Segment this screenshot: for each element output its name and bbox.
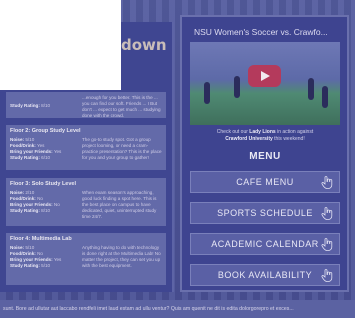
floor-card: Study Rating: 8/10 ...enough for you bet…	[6, 92, 166, 118]
video-caption: Check out our Lady Lions in action again…	[192, 129, 338, 143]
floor-description: The go-to study spot. Got a group projec…	[82, 137, 162, 160]
floor-description: Anything having to do with technology is…	[82, 245, 161, 268]
pointer-hand-icon	[321, 176, 333, 189]
caption-highlight: Lady Lions	[249, 129, 276, 135]
meta-label: Bring your Friends:	[10, 202, 53, 207]
caption-text: Check out our	[216, 129, 250, 135]
meta-label: Study Rating:	[10, 208, 40, 213]
caption-text: this weekend!	[272, 136, 305, 142]
video-title[interactable]: NSU Women's Soccer vs. Crawfo...	[194, 27, 344, 37]
meta-label: Noise:	[10, 245, 25, 250]
button-label: ACADEMIC CALENDAR	[211, 239, 319, 249]
meta-value: Yes	[53, 257, 62, 262]
meta-label: Noise:	[10, 190, 25, 195]
blank-image-area	[0, 0, 121, 90]
player-figure	[308, 78, 314, 100]
meta-label: Food/Drink:	[10, 251, 36, 256]
floor-card: Floor 4: Multimedia Lab Noise: 5/10 Food…	[6, 233, 166, 285]
meta-value: No	[37, 251, 43, 256]
floor-card: Floor 3: Solo Study Level Noise: 2/10 Fo…	[6, 178, 166, 226]
meta-value: Yes	[53, 149, 62, 154]
pointer-hand-icon	[321, 269, 333, 282]
meta-value: 5/10	[25, 245, 35, 250]
meta-value: No	[53, 202, 60, 207]
meta-value: 5/10	[41, 263, 51, 268]
book-availability-button[interactable]: BOOK AVAILABILITY	[190, 264, 340, 286]
panel-title: down	[121, 36, 167, 54]
meta-label: Study Rating:	[10, 263, 40, 268]
button-label: CAFE MENU	[236, 177, 294, 187]
cafe-menu-button[interactable]: CAFE MENU	[190, 171, 340, 193]
floor-title: Floor 4: Multimedia Lab	[10, 236, 72, 242]
meta-label: Bring your Friends:	[10, 149, 53, 154]
button-label: BOOK AVAILABILITY	[217, 270, 313, 280]
meta-label: Study Rating:	[10, 155, 40, 160]
meta-label: Noise:	[10, 137, 25, 142]
player-figure	[322, 86, 328, 108]
pointer-hand-icon	[321, 207, 333, 220]
caption-highlight: Crawford University	[225, 136, 273, 142]
meta-value: Yes	[36, 143, 45, 148]
floor-description: When exam season's approaching, good luc…	[82, 190, 157, 219]
meta-value: 5/10	[25, 137, 35, 142]
menu-heading: MENU	[249, 151, 281, 162]
caption-text: in action against	[275, 129, 314, 135]
meta-value: 8/10	[41, 208, 51, 213]
meta-label: Food/Drink:	[10, 143, 36, 148]
player-figure	[234, 76, 240, 98]
footer-text-bar: sunt. Bore ad ullutar aut laccabo rendfe…	[0, 300, 355, 318]
floor-card: Floor 2: Group Study Level Noise: 5/10 F…	[6, 125, 166, 170]
sports-schedule-button[interactable]: SPORTS SCHEDULE	[190, 202, 340, 224]
meta-value: 6/10	[41, 155, 51, 160]
floor-description: ...enough for you better. This is the ..…	[82, 95, 161, 118]
meta-value: No	[37, 196, 43, 201]
footer-text: sunt. Bore ad ullutar aut laccabo rendfe…	[3, 306, 294, 312]
floor-title: Floor 2: Group Study Level	[10, 128, 81, 134]
button-label: SPORTS SCHEDULE	[217, 208, 313, 218]
meta-label: Food/Drink:	[10, 196, 36, 201]
play-icon[interactable]	[248, 65, 281, 87]
meta-value: 8/10	[41, 103, 51, 108]
academic-calendar-button[interactable]: ACADEMIC CALENDAR	[190, 233, 340, 255]
pointer-hand-icon	[321, 238, 333, 251]
meta-label: Study Rating:	[10, 103, 40, 108]
meta-label: Bring your Friends:	[10, 257, 53, 262]
player-figure	[204, 82, 210, 104]
floor-title: Floor 3: Solo Study Level	[10, 181, 77, 187]
meta-value: 2/10	[25, 190, 35, 195]
